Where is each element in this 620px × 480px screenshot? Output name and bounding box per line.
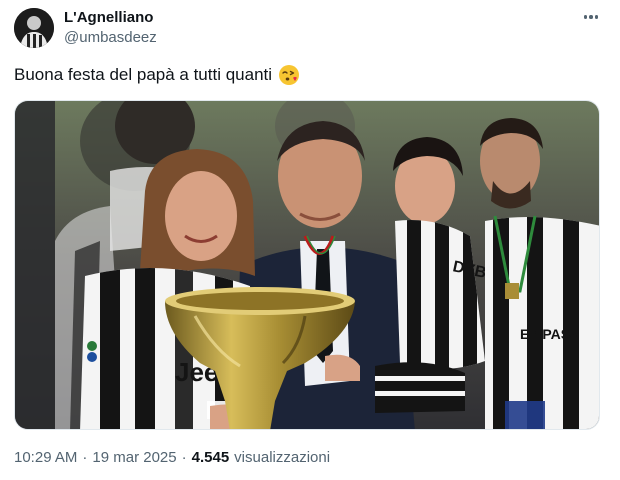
photo-image: Jeep DYB EP PASS (15, 101, 599, 429)
tweet-photo[interactable]: Jeep DYB EP PASS (14, 100, 600, 430)
timestamp-date[interactable]: 19 mar 2025 (92, 448, 176, 468)
more-horizontal-icon (583, 15, 588, 19)
avatar-image (14, 8, 54, 48)
tweet-body: Buona festa del papà a tutti quanti (14, 65, 273, 84)
views-count: 4.545 (191, 449, 230, 466)
timestamp-time[interactable]: 10:29 AM (14, 448, 77, 468)
more-options-button[interactable] (578, 6, 604, 28)
tweet-text: Buona festa del papà a tutti quanti (14, 64, 300, 86)
avatar[interactable] (14, 8, 54, 48)
author-block: L'Agnelliano @umbasdeez (64, 8, 157, 48)
face-blowing-a-kiss-emoji (278, 64, 300, 86)
more-dot (594, 15, 599, 19)
meta-separator: · (181, 449, 187, 466)
right-shirt-text: EP PASS (520, 326, 579, 342)
tweet-card: L'Agnelliano @umbasdeez Buona festa del … (0, 0, 620, 480)
more-dot (589, 15, 593, 19)
display-name[interactable]: L'Agnelliano (64, 8, 157, 28)
views-label: visualizzazioni (234, 449, 331, 466)
meta-separator: · (82, 449, 88, 466)
user-handle[interactable]: @umbasdeez (64, 28, 157, 48)
tweet-meta: 10:29 AM · 19 mar 2025 · 4.545 visualizz… (14, 448, 330, 468)
